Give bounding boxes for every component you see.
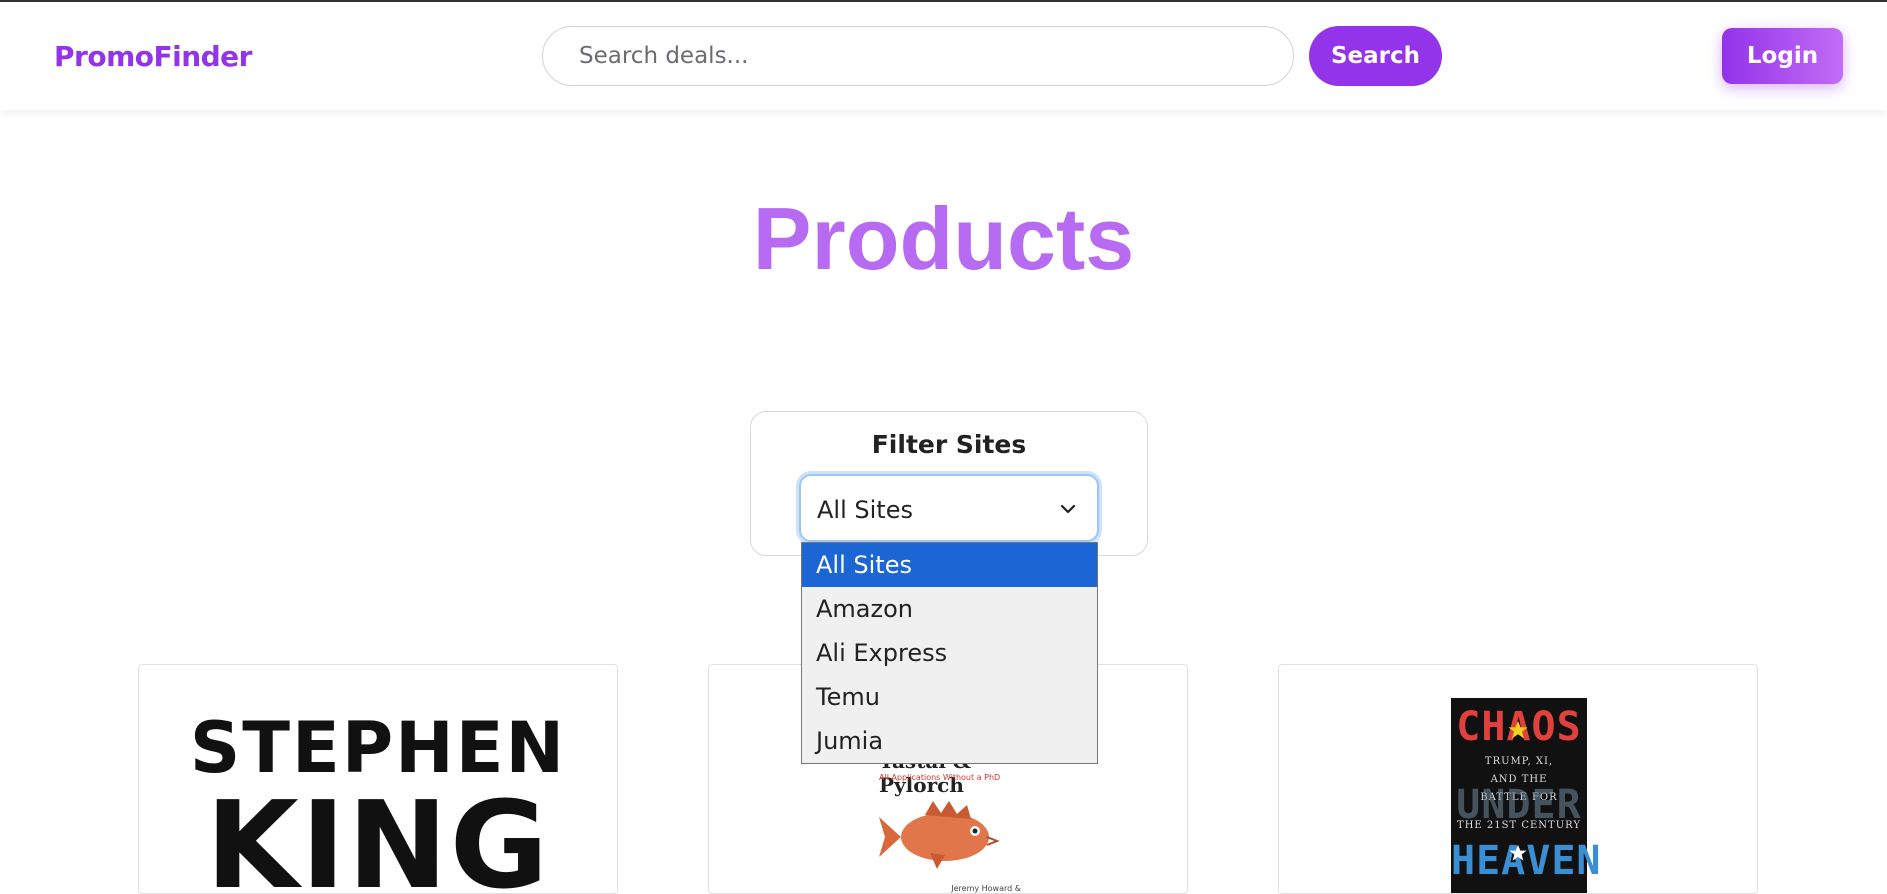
cover-text: TRUMP, XI, <box>1484 756 1554 767</box>
fish-illustration <box>879 801 1000 869</box>
product-card[interactable]: STEPHEN KING <box>138 664 618 894</box>
product-card[interactable]: CHAOS TRUMP, XI, AND THE BATTLE FOR UNDE… <box>1278 664 1758 894</box>
search-button[interactable]: Search <box>1309 26 1442 86</box>
dropdown-option-ali-express[interactable]: Ali Express <box>802 631 1097 675</box>
star-icon <box>1509 844 1527 861</box>
filter-card: Filter Sites All Sites <box>750 411 1148 556</box>
dropdown-option-temu[interactable]: Temu <box>802 675 1097 719</box>
brand-logo[interactable]: PromoFinder <box>54 40 252 73</box>
cover-subtitle: All Applications Without a PhD <box>879 773 1001 782</box>
page-title: Products <box>752 189 1135 288</box>
cover-text: KING <box>205 777 551 894</box>
cover-author: Jeremy Howard & <box>951 884 1021 893</box>
dropdown-option-all-sites[interactable]: All Sites <box>802 543 1097 587</box>
cover-text: THE 21ST CENTURY <box>1457 820 1581 831</box>
dropdown-option-amazon[interactable]: Amazon <box>802 587 1097 631</box>
site-filter-dropdown: All Sites Amazon Ali Express Temu Jumia <box>801 542 1098 764</box>
star-icon <box>1508 721 1528 739</box>
filter-title: Filter Sites <box>871 430 1027 459</box>
chevron-down-icon <box>1060 504 1076 514</box>
dropdown-option-jumia[interactable]: Jumia <box>802 719 1097 763</box>
site-filter-select[interactable]: All Sites <box>799 474 1099 542</box>
search-input[interactable] <box>542 26 1294 86</box>
site-filter-value: All Sites <box>817 496 913 524</box>
login-button[interactable]: Login <box>1722 28 1843 84</box>
product-image: CHAOS TRUMP, XI, AND THE BATTLE FOR UNDE… <box>1451 698 1601 893</box>
top-navbar: PromoFinder Search Login <box>0 2 1887 110</box>
